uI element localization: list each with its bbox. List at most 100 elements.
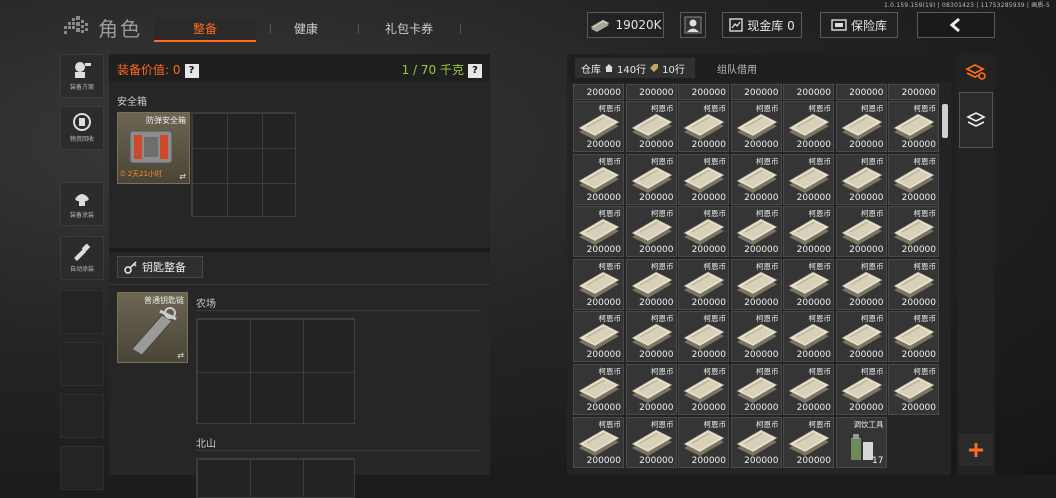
- inventory-item-kohen-coin[interactable]: 柯恩币 200000: [730, 258, 782, 310]
- inventory-item-kohen-coin[interactable]: 柯恩币 200000: [678, 153, 729, 205]
- inventory-item-kohen-coin[interactable]: 柯恩币 200000: [730, 206, 782, 258]
- item-amount: 200000: [639, 245, 674, 256]
- inventory-item-kohen-coin[interactable]: 柯恩币 200000: [625, 258, 677, 310]
- inventory-item-kohen-coin[interactable]: 200000: [835, 84, 887, 100]
- inventory-item-kohen-coin[interactable]: 柯恩币 200000: [573, 206, 624, 258]
- tab-team-borrow[interactable]: 组队借用: [701, 58, 773, 78]
- inventory-item-kohen-coin[interactable]: 柯恩币 200000: [730, 311, 782, 363]
- inventory-item-kohen-coin[interactable]: 200000: [888, 84, 939, 100]
- inventory-item-kohen-coin[interactable]: 柯恩币 200000: [783, 258, 834, 310]
- inventory-item-kohen-coin[interactable]: 柯恩币 200000: [888, 101, 939, 152]
- inventory-item-kohen-coin[interactable]: 柯恩币 200000: [625, 101, 677, 152]
- inventory-item-kohen-coin[interactable]: 柯恩币 200000: [573, 153, 624, 205]
- inventory-item-kohen-coin[interactable]: 柯恩币 200000: [625, 153, 677, 205]
- inventory-item-kohen-coin[interactable]: 柯恩币 200000: [835, 364, 887, 415]
- tab-warehouse[interactable]: 仓库 140行 10行: [575, 58, 695, 78]
- inventory-item-kohen-coin[interactable]: 柯恩币 200000: [783, 101, 834, 152]
- inventory-item-kohen-coin[interactable]: 柯恩币 200000: [888, 153, 939, 205]
- item-amount: 200000: [744, 297, 779, 308]
- help-icon[interactable]: ?: [184, 63, 199, 78]
- weight-capacity: 1 / 70 千克?: [402, 61, 482, 78]
- safe-box-grid[interactable]: [191, 112, 296, 217]
- keychain-item[interactable]: 普通钥匙链 ⇄: [117, 292, 188, 363]
- item-amount: 200000: [691, 403, 726, 413]
- inventory-item-kohen-coin[interactable]: 柯恩币 200000: [573, 364, 624, 415]
- inventory-item-kohen-coin[interactable]: 柯恩币 200000: [783, 206, 834, 258]
- inventory-item-kohen-coin[interactable]: 柯恩币 200000: [625, 416, 677, 468]
- inventory-item-kohen-coin[interactable]: 柯恩币 200000: [888, 258, 939, 310]
- sidebar-item-paint[interactable]: 装备涂装: [60, 182, 104, 226]
- inventory-item-kohen-coin[interactable]: 200000: [730, 84, 782, 100]
- tab-gift-cards[interactable]: 礼包卡券: [372, 18, 446, 40]
- inventory-item-kohen-coin[interactable]: 柯恩币 200000: [835, 206, 887, 258]
- warehouse-scrollbar[interactable]: [942, 104, 948, 138]
- item-amount: 200000: [849, 245, 884, 256]
- inventory-item-kohen-coin[interactable]: 柯恩币 200000: [678, 206, 729, 258]
- kohen-coin-icon: [788, 324, 830, 351]
- currency-display[interactable]: 19020K: [587, 12, 664, 38]
- tab-health[interactable]: 健康: [278, 18, 334, 40]
- item-amount: 200000: [849, 403, 884, 413]
- inventory-item-kohen-coin[interactable]: 柯恩币 200000: [730, 364, 782, 415]
- stack-button[interactable]: [959, 92, 993, 148]
- inventory-item-kohen-coin[interactable]: 柯恩币 200000: [573, 101, 624, 152]
- inventory-item-kohen-coin[interactable]: 200000: [573, 84, 624, 100]
- item-amount: 200000: [901, 245, 936, 256]
- insurance-vault-button[interactable]: 保险库: [820, 12, 898, 38]
- north-mountain-key-grid[interactable]: [196, 458, 355, 498]
- inventory-item-kohen-coin[interactable]: 柯恩币 200000: [888, 206, 939, 258]
- item-amount: 200000: [744, 455, 779, 466]
- inventory-item-kohen-coin[interactable]: 柯恩币 200000: [573, 416, 624, 468]
- inventory-item-kohen-coin[interactable]: 柯恩币 200000: [730, 416, 782, 468]
- inventory-item-kohen-coin[interactable]: 柯恩币 200000: [835, 311, 887, 363]
- inventory-item-kohen-coin[interactable]: 柯恩币 200000: [625, 311, 677, 363]
- inventory-item-kohen-coin[interactable]: 200000: [678, 84, 729, 100]
- item-amount: 200000: [796, 140, 831, 150]
- farm-key-grid[interactable]: [196, 318, 355, 424]
- inventory-item-kohen-coin[interactable]: 柯恩币 200000: [730, 153, 782, 205]
- inventory-item-kohen-coin[interactable]: 柯恩币 200000: [573, 311, 624, 363]
- inventory-item-kohen-coin[interactable]: 柯恩币 200000: [888, 364, 939, 415]
- inventory-item-kohen-coin[interactable]: 柯恩币 200000: [835, 101, 887, 152]
- add-button[interactable]: [959, 434, 993, 466]
- inventory-item-kohen-coin[interactable]: 柯恩币 200000: [625, 206, 677, 258]
- safe-box-item[interactable]: 防弹安全箱 ⏱ 2天21小时 ⇄: [117, 112, 190, 184]
- tag-rows: 10行: [662, 64, 685, 76]
- cash-vault-button[interactable]: 现金库 0: [722, 12, 802, 38]
- inventory-item-kohen-coin[interactable]: 柯恩币 200000: [678, 364, 729, 415]
- item-amount: 200000: [849, 297, 884, 308]
- inventory-item-kohen-coin[interactable]: 柯恩币 200000: [783, 364, 834, 415]
- help-icon[interactable]: ?: [468, 63, 482, 78]
- item-amount: 200000: [639, 403, 674, 413]
- tab-loadout[interactable]: 整备: [154, 18, 256, 42]
- kohen-coin-icon: [683, 113, 725, 140]
- back-button[interactable]: [917, 12, 995, 38]
- inventory-item-kohen-coin[interactable]: 柯恩币 200000: [783, 153, 834, 205]
- sidebar-item-auto-paint[interactable]: 自动涂装: [60, 236, 104, 280]
- inventory-item-kohen-coin[interactable]: 柯恩币 200000: [678, 258, 729, 310]
- inventory-item-kohen-coin[interactable]: 200000: [783, 84, 834, 100]
- sidebar-item-label: 自动涂装: [69, 266, 94, 273]
- inventory-item-drink-tool[interactable]: 调饮工具 17: [835, 416, 887, 468]
- inventory-item-kohen-coin[interactable]: 柯恩币 200000: [625, 364, 677, 415]
- inventory-item-kohen-coin[interactable]: 柯恩币 200000: [573, 258, 624, 310]
- operator-avatar-icon: [684, 16, 702, 34]
- item-name: 调饮工具: [853, 419, 884, 429]
- inventory-item-kohen-coin[interactable]: 柯恩币 200000: [888, 311, 939, 363]
- inventory-item-kohen-coin[interactable]: 200000: [625, 84, 677, 100]
- sidebar-item-loadout-plan[interactable]: 装备方案: [60, 54, 104, 98]
- sort-button[interactable]: [959, 56, 993, 88]
- inventory-item-kohen-coin[interactable]: 柯恩币 200000: [678, 101, 729, 152]
- inventory-item-kohen-coin[interactable]: 柯恩币 200000: [678, 416, 729, 468]
- avatar-button[interactable]: [680, 12, 706, 38]
- inventory-item-kohen-coin[interactable]: 柯恩币 200000: [783, 416, 834, 468]
- inventory-item-kohen-coin[interactable]: 柯恩币 200000: [835, 153, 887, 205]
- inventory-item-kohen-coin[interactable]: 柯恩币 200000: [783, 311, 834, 363]
- sidebar-item-recycle[interactable]: 物资回收: [60, 106, 104, 150]
- inventory-item-kohen-coin[interactable]: 柯恩币 200000: [730, 101, 782, 152]
- inventory-item-kohen-coin[interactable]: 柯恩币 200000: [835, 258, 887, 310]
- item-amount: 200000: [744, 350, 779, 361]
- inventory-item-kohen-coin[interactable]: 柯恩币 200000: [678, 311, 729, 363]
- key-loadout-button[interactable]: 钥匙整备: [117, 256, 203, 278]
- item-amount: 200000: [586, 297, 621, 308]
